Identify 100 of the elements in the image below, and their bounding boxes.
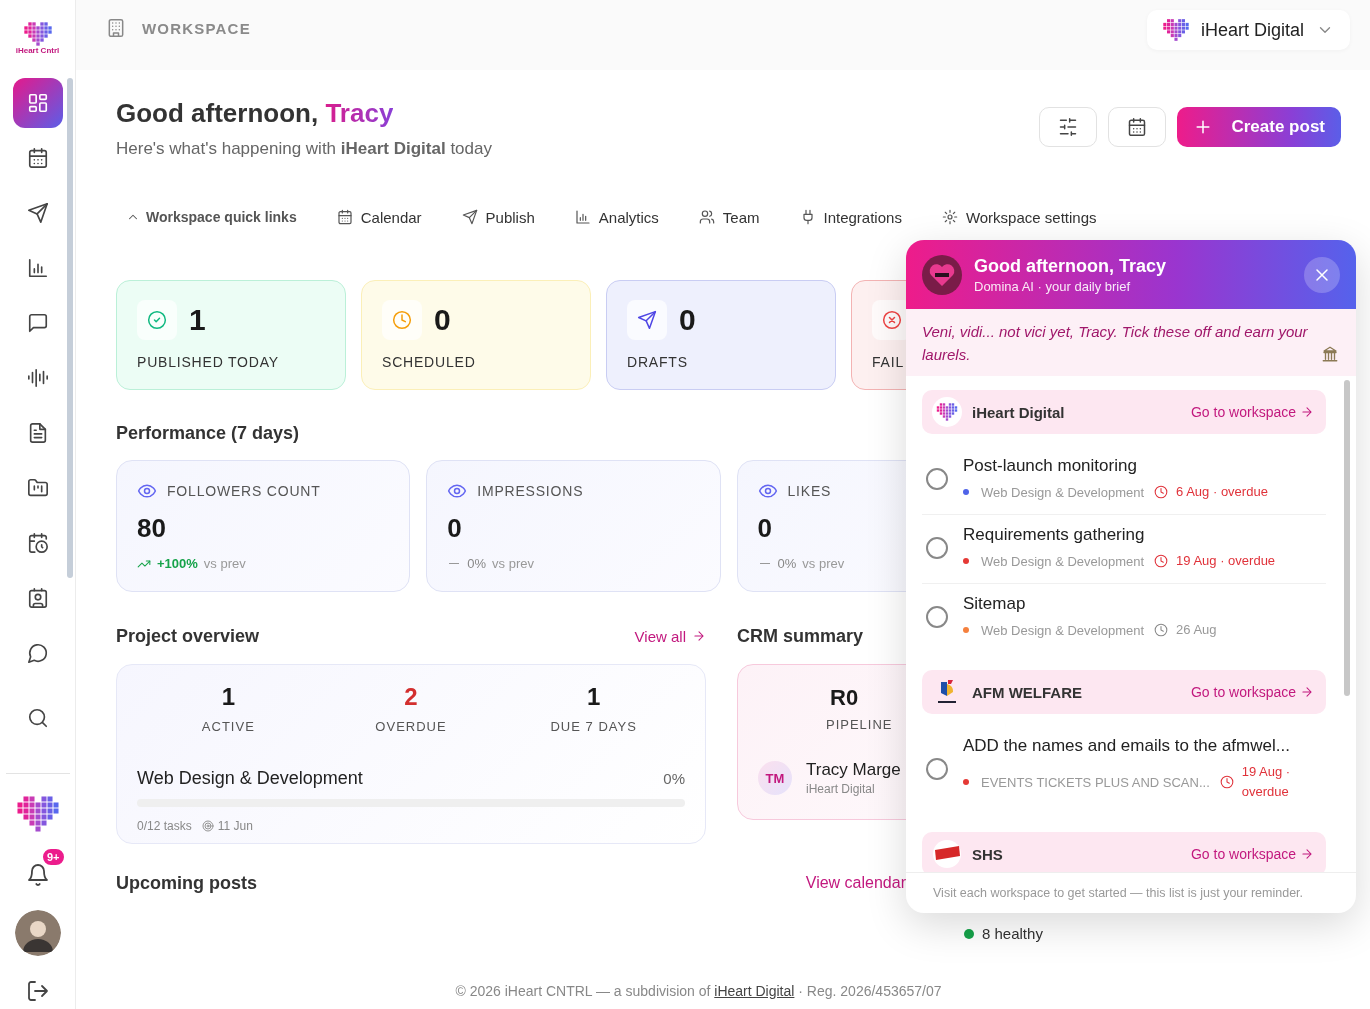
clock-icon: [1154, 485, 1169, 499]
notification-badge: 9+: [40, 847, 66, 867]
calendar-icon: [26, 147, 49, 169]
project-stat-value: 1: [221, 683, 235, 711]
task-title: Sitemap: [963, 594, 1027, 614]
metric-label: LIKES: [787, 483, 832, 499]
temple-icon: [1321, 345, 1339, 363]
quick-link[interactable]: Analytics: [574, 208, 659, 226]
pipeline-value: R0: [830, 685, 859, 711]
go-to-workspace-link[interactable]: Go to workspace: [1190, 846, 1314, 862]
filter-button[interactable]: [1039, 107, 1098, 147]
metric-value: 80: [137, 513, 166, 544]
brief-quote: Veni, vidi... not vici yet, Tracy. Tick these off and earn your laurels.: [922, 322, 1309, 365]
sound-wave-icon: [26, 367, 49, 389]
stat-label: SCHEDULED: [382, 354, 476, 370]
task-checkbox[interactable]: [926, 537, 948, 559]
task-count: 0/12 tasks: [137, 819, 192, 833]
workspace-name: SHS: [972, 845, 1004, 863]
task-due: 6 Aug · overdue: [1176, 483, 1268, 501]
brief-subtitle: Domina AI · your daily brief: [974, 278, 1132, 294]
arrow-right-icon: [1300, 685, 1314, 699]
dash-icon: [449, 562, 460, 565]
clock-icon: [1154, 554, 1169, 568]
task-due: 19 Aug · overdue: [1241, 763, 1292, 801]
quick-link[interactable]: Team: [698, 208, 760, 226]
sidebar-item[interactable]: [12, 78, 63, 128]
quick-link[interactable]: Calendar: [336, 208, 422, 226]
stat-label: FAIL: [872, 354, 904, 370]
section-title: Upcoming posts: [116, 872, 257, 894]
task-project: Web Design & Development: [981, 553, 1145, 569]
paper-plane-icon: [26, 202, 49, 224]
bar-chart-icon: [26, 257, 49, 279]
close-button[interactable]: [1304, 256, 1340, 293]
task-project: EVENTS TICKETS PLUS AND SCAN...: [981, 774, 1210, 790]
logout-icon: [25, 979, 50, 1003]
building-icon: [106, 18, 126, 38]
stat-value: 0: [434, 303, 451, 337]
bell-icon: [25, 863, 50, 887]
footer-link[interactable]: iHeart Digital: [714, 983, 795, 999]
sliders-icon: [1058, 117, 1079, 137]
workspace-switcher[interactable]: iHeart Digital: [1146, 10, 1350, 50]
chat-icon: [26, 312, 49, 334]
dash-icon: [759, 562, 770, 565]
settings-icon: [941, 209, 958, 225]
go-to-workspace-link[interactable]: Go to workspace: [1190, 404, 1314, 420]
metric-label: FOLLOWERS COUNT: [167, 483, 321, 499]
paper-plane-icon: [627, 300, 667, 340]
metric-note: vs prev: [203, 556, 246, 571]
stat-label: PUBLISHED TODAY: [137, 354, 279, 370]
brief-title: Good afternoon, Tracy: [974, 255, 1168, 277]
project-stat-value: 2: [404, 683, 418, 711]
metric-change: +100%: [157, 556, 198, 571]
task-project: Web Design & Development: [981, 622, 1145, 638]
pipeline-label: PIPELINE: [826, 717, 893, 732]
scrollbar[interactable]: [67, 78, 73, 578]
contact-name: Tracy Marge: [806, 760, 901, 780]
stat-value: 0: [679, 303, 696, 337]
project-stat-label: OVERDUE: [375, 719, 447, 734]
arrow-right-icon: [1300, 405, 1314, 419]
quick-links-toggle[interactable]: Workspace quick links: [126, 209, 297, 225]
footer-text: © 2026 iHeart CNTRL — a subdivision of iHeart Digital · Reg. 2026/453657/07: [454, 983, 943, 999]
quick-link[interactable]: Publish: [461, 208, 535, 226]
pixel-heart-icon[interactable]: [16, 796, 59, 832]
section-title: Performance (7 days): [116, 423, 301, 444]
task-checkbox[interactable]: [926, 606, 948, 628]
clock-icon: [1154, 623, 1169, 637]
bar-chart-icon: [574, 209, 591, 225]
page-greeting: Good afternoon, Tracy: [116, 98, 395, 129]
search-icon: [26, 707, 49, 729]
project-date: 11 Jun: [217, 819, 253, 833]
user-avatar[interactable]: [14, 910, 61, 956]
scrollbar[interactable]: [1344, 380, 1350, 696]
metric-value: 0: [757, 513, 772, 544]
view-calendar-link[interactable]: View calendar: [805, 874, 906, 892]
stat-value: 1: [189, 303, 206, 337]
go-to-workspace-link[interactable]: Go to workspace: [1190, 684, 1314, 700]
workspace-logo-icon: [932, 839, 962, 869]
quick-link[interactable]: Integrations: [799, 208, 902, 226]
arrow-right-icon: [692, 629, 706, 643]
view-all-link[interactable]: View all: [634, 627, 706, 645]
people-icon: [698, 209, 715, 225]
page-subtitle: Here's what's happening with iHeart Digital today: [116, 139, 492, 159]
quick-link[interactable]: Workspace settings: [941, 208, 1097, 226]
target-icon: [201, 820, 214, 832]
task-title: ADD the names and emails to the afmwel...: [963, 736, 1291, 756]
section-title: WORKSPACE: [142, 19, 251, 37]
stat-label: DRAFTS: [627, 354, 688, 370]
task-due: 19 Aug · overdue: [1176, 552, 1276, 570]
metric-note: vs prev: [492, 556, 534, 571]
arrow-right-icon: [1300, 847, 1314, 861]
health-count: 8 healthy: [982, 925, 1043, 942]
task-title: Requirements gathering: [963, 525, 1146, 545]
calendar-icon: [336, 209, 353, 225]
pixel-heart-icon: [1162, 18, 1189, 42]
calendar-button[interactable]: [1108, 107, 1167, 147]
metric-value: 0: [447, 513, 462, 544]
project-percent: 0%: [663, 770, 685, 787]
create-post-button[interactable]: Create post: [1177, 107, 1341, 147]
task-checkbox[interactable]: [926, 758, 948, 780]
task-checkbox[interactable]: [926, 468, 948, 490]
